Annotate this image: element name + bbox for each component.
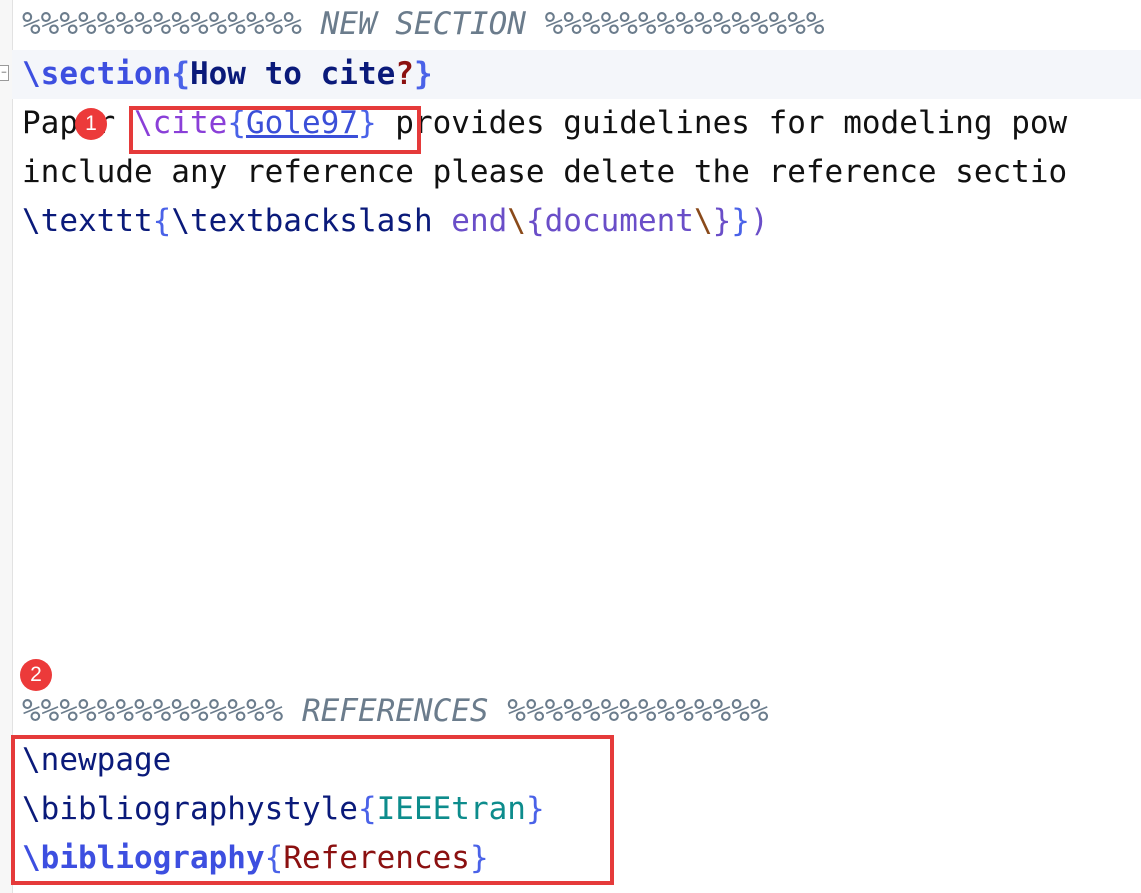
annotation-badge-1: 1 [75, 108, 107, 140]
close-paren: ) [749, 203, 769, 239]
highlight-box-references [11, 735, 614, 885]
annotation-badge-2: 2 [20, 659, 52, 691]
document-word: document [544, 203, 694, 239]
code-line-texttt: \texttt{\textbackslash end\{document\}}) [22, 197, 1141, 246]
paragraph-text: include any reference please delete the … [22, 154, 1068, 190]
code-line-section: \section{How to cite?} [12, 50, 1141, 99]
escaped-brace-close: } [712, 203, 732, 239]
brace-close: } [731, 203, 750, 239]
code-line-section-comment: %%%%%%%%%%%%%%% NEW SECTION %%%%%%%%%%%%… [22, 0, 1141, 49]
comment-text: %%%%%%%%%%%%%% REFERENCES %%%%%%%%%%%%%% [22, 693, 769, 729]
highlight-box-cite [129, 106, 421, 154]
brace-close: } [413, 56, 433, 92]
escaped-brace-open: { [525, 203, 545, 239]
brace-open: { [171, 56, 190, 92]
textbackslash-command: \textbackslash [171, 203, 433, 239]
code-line-references-comment: %%%%%%%%%%%%%% REFERENCES %%%%%%%%%%%%%% [22, 687, 1141, 736]
end-word: end [432, 203, 508, 239]
section-title: How to cite [189, 56, 396, 92]
code-line-paragraph-2: include any reference please delete the … [22, 148, 1141, 197]
comment-text: %%%%%%%%%%%%%%% NEW SECTION %%%%%%%%%%%%… [22, 6, 825, 42]
texttt-command: \texttt [22, 203, 153, 239]
fold-toggle-icon[interactable]: − [0, 65, 9, 81]
brace-open: { [152, 203, 172, 239]
escaped-backslash: \ [507, 203, 526, 239]
section-command: \section [22, 56, 172, 92]
escaped-backslash: \ [693, 203, 713, 239]
paragraph-text-end: provides guidelines for modeling pow [376, 105, 1068, 141]
section-question-mark: ? [395, 56, 414, 92]
